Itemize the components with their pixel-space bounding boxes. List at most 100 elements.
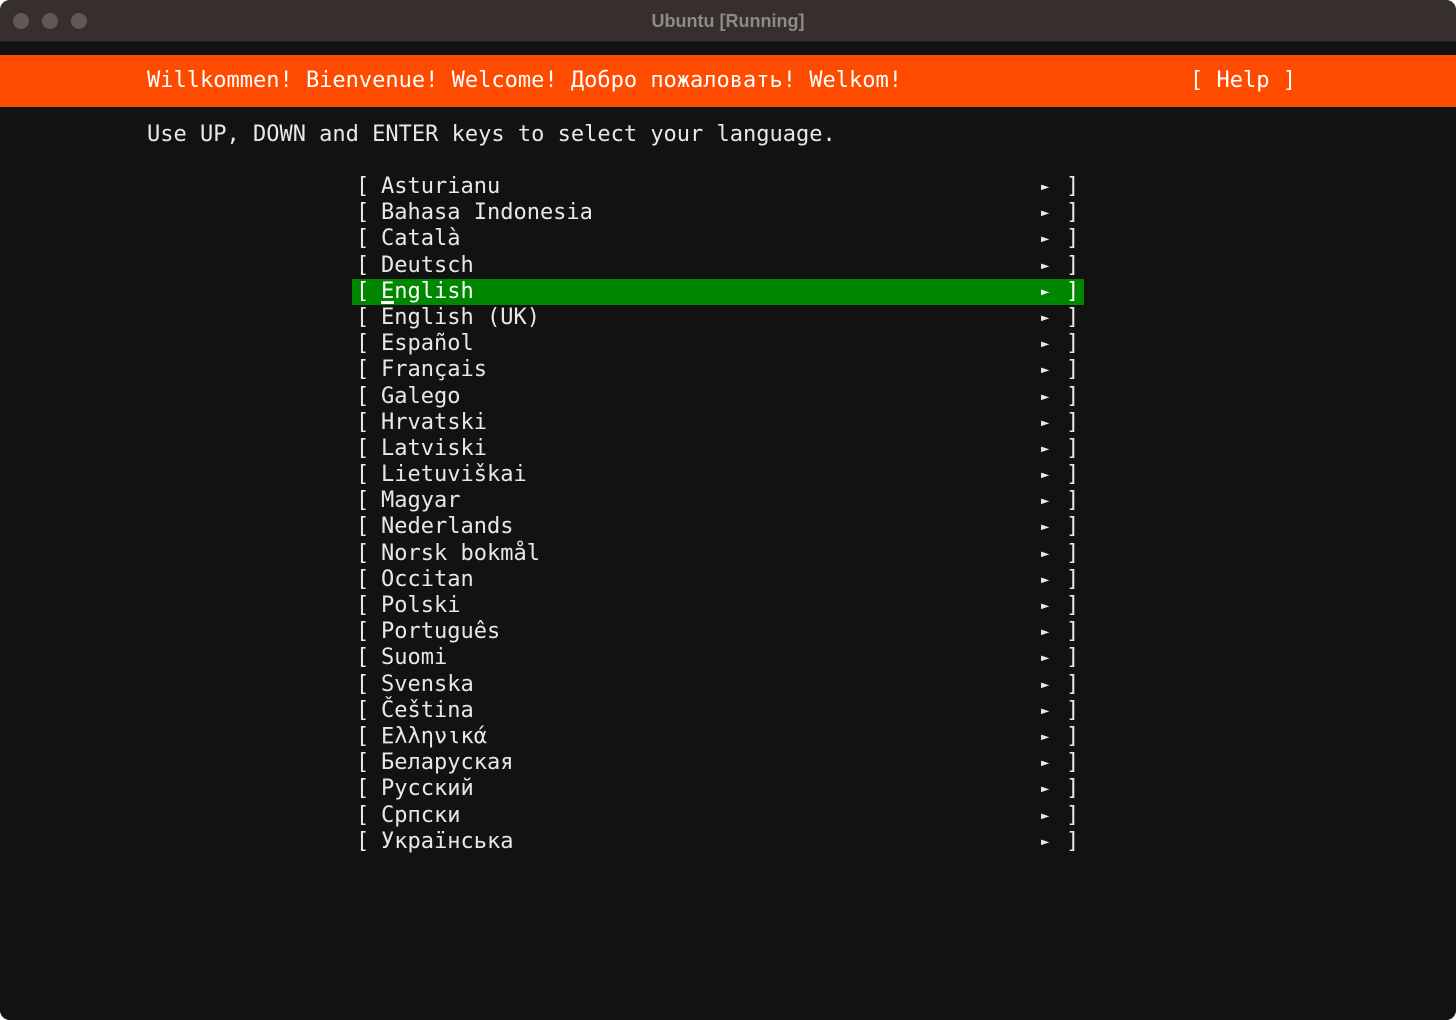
language-option[interactable]: [Беларуская ►] [352, 750, 1084, 776]
language-option[interactable]: [ Galego ►] [352, 384, 1084, 410]
language-option[interactable]: [Português ►] [352, 619, 1084, 645]
language-option[interactable]: [Nederlands ►] [352, 514, 1084, 540]
bracket-close: ] [1066, 383, 1080, 409]
bracket-close: ] [1066, 540, 1080, 566]
welcome-text: Willkommen! Bienvenue! Welcome! Добро по… [147, 68, 902, 93]
language-label: Suomi [381, 645, 448, 671]
language-label: Català [381, 226, 461, 252]
bracket-open: [ [356, 409, 370, 435]
bracket-open: [ [356, 174, 370, 199]
arrow-right-icon: ► [1041, 283, 1050, 300]
bracket-open: [ [356, 435, 370, 461]
language-option[interactable]: [Español ►] [352, 331, 1084, 357]
bracket-close: ] [1066, 750, 1080, 776]
bracket-open: [ [356, 645, 370, 671]
bracket-close: ] [1066, 828, 1080, 854]
arrow-right-icon: ► [1041, 257, 1050, 274]
language-label: Українська [381, 828, 514, 854]
arrow-right-icon: ► [1041, 650, 1050, 667]
bracket-open: [ [356, 750, 370, 776]
arrow-right-icon: ► [1041, 336, 1050, 353]
language-option[interactable]: [Українська ►] [352, 829, 1084, 855]
bracket-open: [ [356, 671, 370, 697]
language-option[interactable]: [Ελληνικά ►] [352, 724, 1084, 750]
bracket-close: ] [1066, 802, 1080, 828]
language-label: Беларуская [381, 750, 514, 776]
installer-header: Willkommen! Bienvenue! Welcome! Добро по… [0, 55, 1456, 107]
arrow-right-icon: ► [1041, 231, 1050, 248]
bracket-open: [ [356, 357, 370, 383]
language-label: Bahasa Indonesia [381, 200, 593, 226]
language-option[interactable]: [English (UK) ►] [352, 305, 1084, 331]
language-option[interactable]: [Deutsch ►] [352, 253, 1084, 279]
language-label: Galego [381, 383, 461, 409]
language-label: Lietuviškai [381, 462, 527, 488]
language-label: Norsk bokmål [381, 540, 540, 566]
language-label: Asturianu [381, 174, 501, 199]
window-title: Ubuntu [Running] [651, 11, 805, 31]
arrow-right-icon: ► [1041, 519, 1050, 536]
language-label: Español [381, 331, 474, 357]
language-list: [ Asturianu ►] [ Bahasa Indonesia ►] [ Català ►]… [352, 174, 1084, 855]
bracket-open: [ [356, 566, 370, 592]
bracket-open: [ [356, 619, 370, 645]
bracket-open: [ [356, 200, 370, 226]
bracket-open: [ [356, 383, 370, 409]
language-label: Magyar [381, 488, 461, 514]
arrow-right-icon: ► [1041, 702, 1050, 719]
language-option[interactable]: [Svenska ►] [352, 672, 1084, 698]
bracket-close: ] [1066, 488, 1080, 514]
language-option[interactable]: [Русский ►] [352, 776, 1084, 802]
bracket-close: ] [1066, 435, 1080, 461]
language-option[interactable]: [Čeština ►] [352, 698, 1084, 724]
language-option[interactable]: [Occitan ►] [352, 567, 1084, 593]
arrow-right-icon: ► [1041, 388, 1050, 405]
language-label: Русский [381, 776, 474, 802]
language-label: Hrvatski [381, 409, 487, 435]
language-option[interactable]: [Asturianu ►] [352, 174, 1084, 200]
arrow-right-icon: ► [1041, 205, 1050, 222]
language-label: Português [381, 619, 501, 645]
bracket-close: ] [1066, 619, 1080, 645]
language-option[interactable]: [ Magyar ►] [352, 488, 1084, 514]
bracket-close: ] [1066, 304, 1080, 330]
language-label: Français [381, 357, 487, 383]
language-option[interactable]: [Latviski ►] [352, 436, 1084, 462]
language-option[interactable]: [ Català ►] [352, 226, 1084, 252]
bracket-open: [ [356, 331, 370, 357]
bracket-open: [ [356, 488, 370, 514]
text-cursor [381, 300, 394, 304]
bracket-close: ] [1066, 514, 1080, 540]
language-option[interactable]: [ Suomi ►] [352, 645, 1084, 671]
language-option[interactable]: [Bahasa Indonesia ►] [352, 200, 1084, 226]
bracket-close: ] [1066, 723, 1080, 749]
bracket-open: [ [356, 462, 370, 488]
bracket-close: ] [1066, 174, 1080, 199]
bracket-close: ] [1066, 226, 1080, 252]
arrow-right-icon: ► [1041, 807, 1050, 824]
language-option[interactable]: [Norsk bokmål ►] [352, 541, 1084, 567]
language-option[interactable]: [Српски ►] [352, 803, 1084, 829]
bracket-open: [ [356, 278, 370, 304]
bracket-close: ] [1066, 593, 1080, 618]
language-option[interactable]: [Hrvatski ►] [352, 410, 1084, 436]
language-option[interactable]: [Français ►] [352, 357, 1084, 383]
bracket-close: ] [1066, 462, 1080, 488]
bracket-open: [ [356, 802, 370, 828]
language-option[interactable]: [Polski ►] [352, 593, 1084, 619]
bracket-open: [ [356, 723, 370, 749]
arrow-right-icon: ► [1041, 493, 1050, 510]
language-label: Nederlands [381, 514, 514, 540]
window-titlebar: Ubuntu [Running] [0, 0, 1456, 42]
vm-window: Ubuntu [Running] Willkommen! Bienvenue! … [0, 0, 1456, 1020]
bracket-open: [ [356, 226, 370, 252]
language-option[interactable]: [English ►] [352, 278, 1084, 305]
help-button[interactable]: [ Help ] [1190, 55, 1296, 107]
arrow-right-icon: ► [1041, 571, 1050, 588]
language-label: English [381, 278, 474, 304]
bracket-close: ] [1066, 645, 1080, 671]
language-option[interactable]: [Lietuviškai ►] [352, 462, 1084, 488]
arrow-right-icon: ► [1041, 781, 1050, 798]
language-label: Ελληνικά [381, 723, 487, 749]
language-label: Svenska [381, 671, 474, 697]
